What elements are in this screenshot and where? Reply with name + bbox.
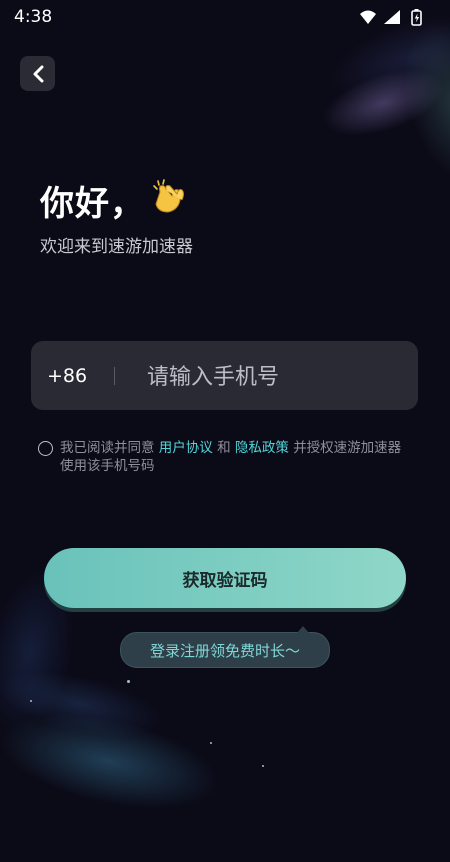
promo-tooltip: 登录注册领免费时长～ (120, 626, 330, 668)
star-decoration (30, 700, 32, 702)
chevron-left-icon (33, 65, 43, 82)
agreement-text: 我已阅读并同意 用户协议 和 隐私政策 并授权速游加速器使用该手机号码 (38, 439, 410, 475)
clapping-hands-icon (150, 178, 190, 220)
back-button[interactable] (20, 56, 55, 91)
star-decoration (210, 742, 212, 744)
status-bar: 4:38 (0, 0, 450, 34)
star-decoration (127, 680, 130, 683)
phone-input-container: +86 (31, 341, 418, 410)
promo-text: 登录注册领免费时长～ (149, 641, 300, 660)
country-code-selector[interactable]: +86 (47, 365, 87, 387)
agreement-and: 和 (217, 440, 231, 456)
welcome-subtitle: 欢迎来到速游加速器 (40, 237, 193, 257)
tooltip-arrow (297, 626, 309, 633)
status-time: 4:38 (14, 7, 53, 27)
phone-number-input[interactable] (145, 358, 399, 396)
get-verification-code-button[interactable]: 获取验证码 (44, 548, 406, 608)
agreement-checkbox[interactable] (38, 441, 53, 456)
battery-charging-icon (411, 9, 422, 26)
signal-icon (384, 10, 400, 24)
divider (114, 367, 115, 385)
agreement-prefix: 我已阅读并同意 (60, 440, 155, 456)
status-icon-group (360, 9, 422, 26)
user-agreement-link[interactable]: 用户协议 (159, 440, 213, 456)
agreement-section: 我已阅读并同意 用户协议 和 隐私政策 并授权速游加速器使用该手机号码 (38, 439, 410, 475)
status-icons (358, 8, 436, 30)
wifi-icon (360, 10, 376, 24)
privacy-policy-link[interactable]: 隐私政策 (235, 440, 289, 456)
star-decoration (262, 765, 264, 767)
decorative-glow-top (220, 0, 450, 275)
page-title: 你好， (40, 184, 145, 224)
